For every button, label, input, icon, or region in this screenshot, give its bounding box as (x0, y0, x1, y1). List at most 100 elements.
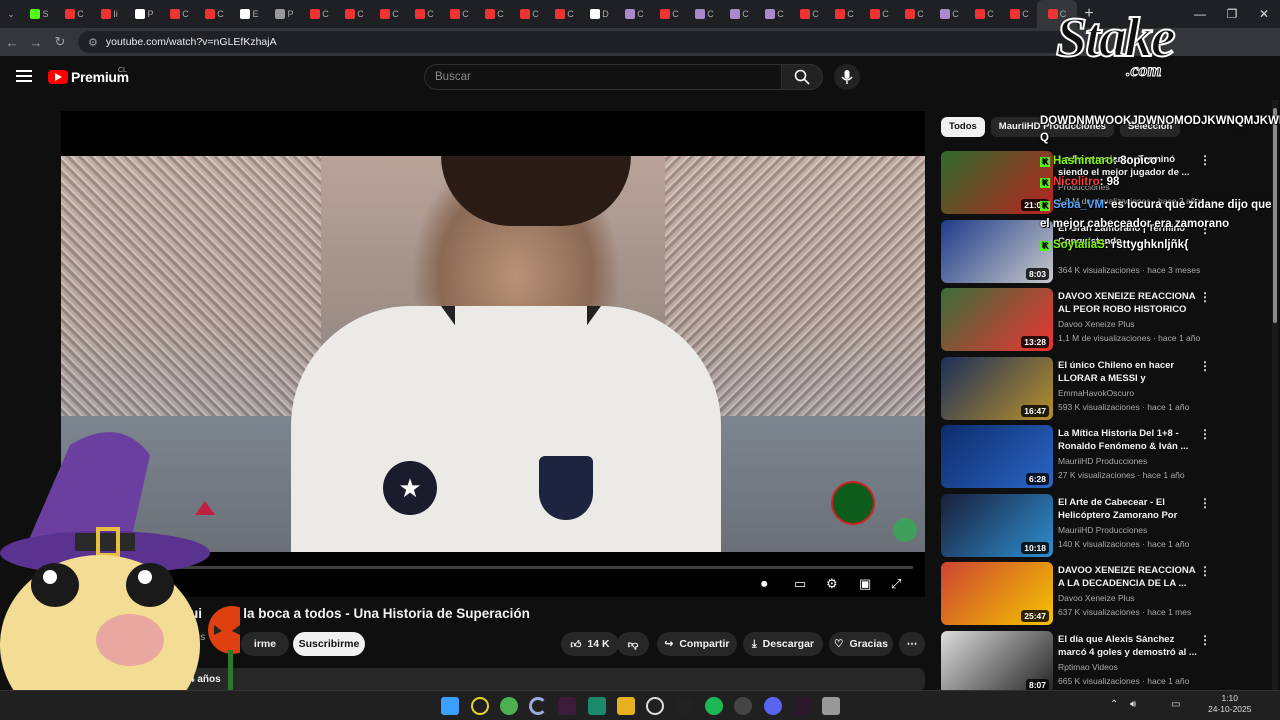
url-field[interactable]: ⚙ youtube.com/watch?v=nGLEfKzhajA (78, 31, 1078, 53)
calculator-icon[interactable] (822, 697, 840, 715)
browser-tab[interactable]: C (337, 0, 372, 28)
recommendation-item[interactable]: 16:47 El único Chileno en hacer LLORAR a … (941, 356, 1271, 420)
video-thumbnail[interactable]: 8:07 (941, 630, 1053, 694)
recommendation-channel[interactable]: Davoo Xeneize Plus (1058, 593, 1135, 603)
browser-tab[interactable]: C (722, 0, 757, 28)
app-icon-1[interactable] (471, 697, 489, 715)
start-icon[interactable] (441, 697, 459, 715)
browser-tab[interactable]: C (932, 0, 967, 28)
autoplay-toggle[interactable]: ⏺ (761, 576, 768, 592)
browser-tab[interactable]: C (757, 0, 792, 28)
recommendation-channel[interactable]: Davoo Xeneize Plus (1058, 319, 1135, 329)
subscribe-button[interactable]: Suscribirme (293, 632, 365, 656)
settings-icon[interactable]: ⚙ (826, 576, 838, 592)
site-info-icon[interactable]: ⚙ (88, 36, 98, 49)
subtitles-icon[interactable]: ▭ (794, 576, 806, 592)
youtube-logo[interactable]: Premium CL (48, 67, 129, 85)
recommendation-title[interactable]: El Arte de Cabecear - El Helicóptero Zam… (1058, 496, 1198, 522)
menu-icon[interactable] (16, 70, 32, 82)
browser-tab[interactable]: C (1002, 0, 1037, 28)
browser-tab[interactable]: C (547, 0, 582, 28)
browser-tab[interactable]: C (477, 0, 512, 28)
close-button[interactable]: ✕ (1248, 0, 1280, 28)
video-thumbnail[interactable]: 16:47 (941, 356, 1053, 420)
browser-tab[interactable]: P (127, 0, 162, 28)
app-icon-obs[interactable] (646, 697, 664, 715)
video-thumbnail[interactable]: 25:47 (941, 562, 1053, 625)
recommendation-title[interactable]: El único Chileno en hacer LLORAR a MESSI… (1058, 359, 1198, 385)
scrollbar[interactable] (1272, 100, 1278, 690)
recommendation-channel[interactable]: EmmaHavokOscuro (1058, 388, 1134, 398)
download-button[interactable]: ⤓ Descargar (743, 632, 823, 656)
more-options-icon[interactable]: ⋮ (1199, 427, 1211, 441)
browser-tab[interactable]: C (687, 0, 722, 28)
discord-icon[interactable] (764, 697, 782, 715)
browser-tab[interactable]: E (232, 0, 267, 28)
app-icon-v[interactable] (558, 697, 576, 715)
browser-tab[interactable]: C (407, 0, 442, 28)
video-thumbnail[interactable]: 10:18 (941, 493, 1053, 557)
video-thumbnail[interactable]: 21:08 (941, 151, 1053, 214)
chrome-icon[interactable] (500, 697, 518, 715)
browser-tab[interactable]: C (372, 0, 407, 28)
miniplayer-icon[interactable]: ▣ (859, 576, 871, 592)
more-options-icon[interactable]: ⋮ (1199, 633, 1211, 647)
recommendation-item[interactable]: 25:47 DAVOO XENEIZE REACCIONA A LA DECADE… (941, 562, 1271, 625)
share-button[interactable]: ↪ Compartir (657, 632, 737, 656)
browser-tab[interactable]: Ii (92, 0, 127, 28)
browser-tab[interactable]: C (827, 0, 862, 28)
browser-tab[interactable]: C (57, 0, 92, 28)
minimize-button[interactable]: — (1184, 0, 1216, 28)
dislike-button[interactable]: 👎︎ (617, 632, 649, 656)
tray-expand-icon[interactable]: ⌃ (1110, 699, 1118, 710)
fullscreen-icon[interactable]: ⤢ (891, 576, 901, 592)
video-thumbnail[interactable]: 6:28 (941, 425, 1053, 488)
recommendation-title[interactable]: La Mítica Historia Del 1+8 - Ronaldo Fen… (1058, 427, 1198, 453)
search-button[interactable] (781, 64, 823, 90)
more-options-icon[interactable]: ⋮ (1199, 496, 1211, 510)
search-input[interactable]: Buscar (424, 64, 782, 90)
join-button[interactable]: irme (241, 632, 289, 656)
more-options-icon[interactable]: ⋮ (1199, 153, 1211, 167)
recommendation-item[interactable]: 10:18 El Arte de Cabecear - El Helicópter… (941, 493, 1271, 557)
more-options-icon[interactable]: ⋮ (1199, 359, 1211, 373)
browser-tab[interactable]: D (582, 0, 617, 28)
browser-tab[interactable]: C (442, 0, 477, 28)
app-icon-m[interactable] (793, 697, 811, 715)
more-options-icon[interactable]: ⋮ (1199, 290, 1211, 304)
thanks-button[interactable]: ♡ Gracias (829, 632, 893, 656)
filter-chip[interactable]: Todos (941, 117, 985, 137)
folder-icon[interactable] (617, 697, 635, 715)
steam-icon[interactable] (734, 697, 752, 715)
browser-tab[interactable]: C (897, 0, 932, 28)
browser-tab[interactable]: C (162, 0, 197, 28)
browser-tab[interactable]: C (792, 0, 827, 28)
browser-tab[interactable]: C (967, 0, 1002, 28)
clock[interactable]: 1:10 24-10-2025 (1208, 693, 1251, 715)
video-thumbnail[interactable]: 8:03 (941, 219, 1053, 283)
spotify-icon[interactable] (705, 697, 723, 715)
reload-button[interactable]: ↻ (48, 34, 72, 50)
recommendation-channel[interactable]: Rptimao Videos (1058, 662, 1118, 672)
recommendation-channel[interactable]: MauriiHD Producciones (1058, 456, 1147, 466)
browser-tab[interactable]: S (22, 0, 57, 28)
browser-tab[interactable]: C (617, 0, 652, 28)
scrollbar-thumb[interactable] (1273, 108, 1277, 323)
voice-search-button[interactable] (834, 64, 860, 90)
like-button[interactable]: 👍︎ 14 K (561, 632, 619, 656)
app-icon-c[interactable] (529, 697, 547, 715)
recommendation-item[interactable]: 13:28 DAVOO XENEIZE REACCIONA AL PEOR ROB… (941, 288, 1271, 351)
recommendation-channel[interactable]: MauriiHD Producciones (1058, 525, 1147, 535)
browser-tab[interactable]: C (862, 0, 897, 28)
browser-tab[interactable]: C (197, 0, 232, 28)
network-icon[interactable]: ▭ (1171, 699, 1180, 710)
browser-tab[interactable]: C (302, 0, 337, 28)
restore-button[interactable]: ❐ (1216, 0, 1248, 28)
back-button[interactable]: ← (0, 35, 24, 50)
volume-icon[interactable]: 🔊︎ (1130, 699, 1136, 710)
video-thumbnail[interactable]: 13:28 (941, 288, 1053, 351)
more-options-icon[interactable]: ⋮ (1199, 564, 1211, 578)
recommendation-title[interactable]: El día que Alexis Sánchez marcó 4 goles … (1058, 633, 1198, 659)
recommendation-item[interactable]: 6:28 La Mítica Historia Del 1+8 - Ronaldo… (941, 425, 1271, 488)
recommendation-title[interactable]: DAVOO XENEIZE REACCIONA AL PEOR ROBO HIS… (1058, 290, 1198, 316)
